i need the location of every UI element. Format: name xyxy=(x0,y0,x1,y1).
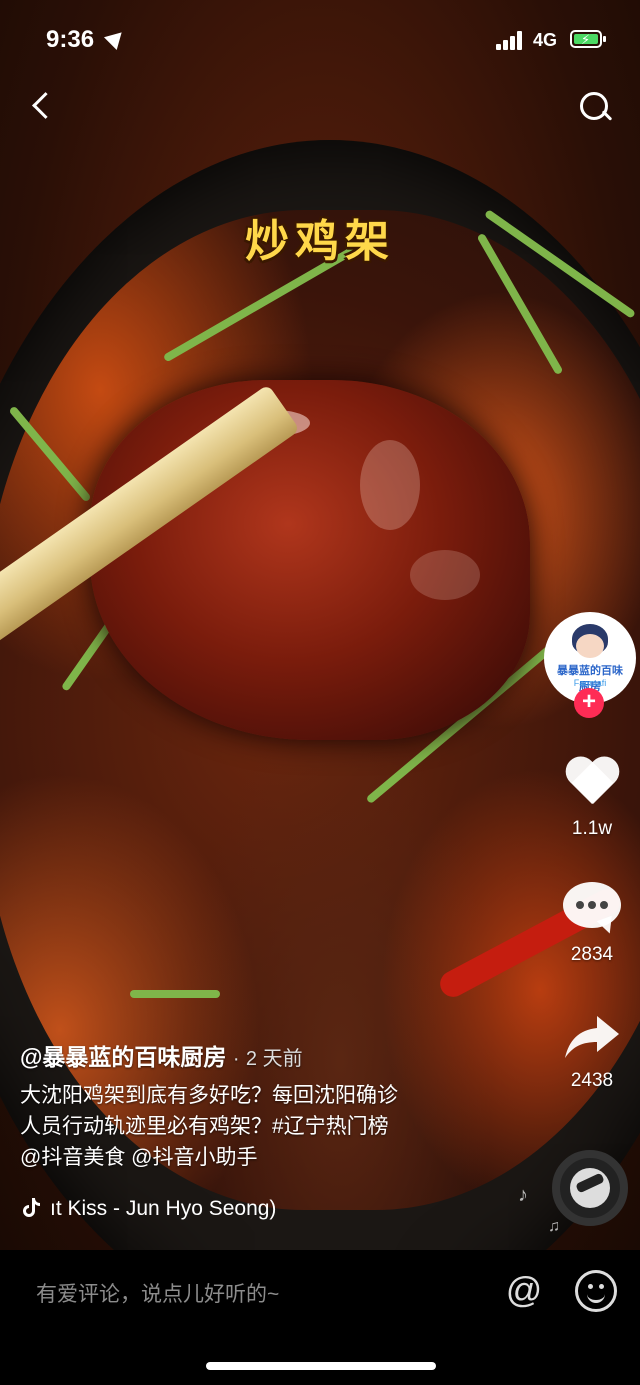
mention-icon[interactable]: @ xyxy=(504,1270,544,1310)
status-time: 9:36 xyxy=(46,26,95,53)
sauce-shine xyxy=(410,550,480,600)
music-track: ıt Kiss - Jun Hyo Seong) xyxy=(50,1197,277,1220)
comment-input[interactable]: 有爱评论，说点儿好听的~ xyxy=(36,1278,279,1308)
share-count: 2438 xyxy=(570,1070,614,1091)
avatar-sublabel: Fanmafi xyxy=(573,678,607,688)
caption-author-row: @暴暴蓝的百味厨房 · 2 天前 xyxy=(20,1038,530,1072)
share-button[interactable]: 2438 xyxy=(544,1012,640,1092)
avatar-face xyxy=(576,634,604,658)
home-indicator xyxy=(206,1362,436,1370)
like-count: 1.1w xyxy=(571,818,613,839)
battery-icon: ⚡ xyxy=(570,30,602,48)
caption-text: 大沈阳鸡架到底有多好吃？每回沈阳确诊 人员行动轨迹里必有鸡架？#辽宁热门榜 @抖… xyxy=(20,1080,530,1173)
tiktok-note-icon xyxy=(20,1196,42,1218)
chicken-piece xyxy=(90,380,530,740)
comment-button[interactable]: 2834 xyxy=(544,882,640,966)
heart-icon xyxy=(563,758,621,810)
status-bar: 9:36 4G ⚡ xyxy=(0,0,640,80)
music-ticker[interactable]: ıt Kiss - Jun Hyo Seong) xyxy=(20,1196,276,1221)
back-button[interactable] xyxy=(24,88,64,128)
music-note-icon: ♫ xyxy=(548,1218,560,1235)
network-type: 4G xyxy=(533,30,558,50)
share-arrow-icon xyxy=(563,1012,621,1062)
location-arrow-icon xyxy=(103,25,129,51)
author-name[interactable]: @暴暴蓝的百味厨房 xyxy=(20,1044,226,1070)
music-note-icon: ♪ xyxy=(518,1184,528,1206)
battery-tip xyxy=(603,36,606,42)
caption-line: 大沈阳鸡架到底有多好吃？每回沈阳确诊 xyxy=(20,1084,398,1107)
follow-button[interactable]: + xyxy=(574,688,604,718)
caption-line[interactable]: @抖音美食 @抖音小助手 xyxy=(20,1142,530,1173)
video-title-overlay: 炒鸡架 xyxy=(245,217,395,266)
sauce-shine xyxy=(360,440,420,530)
avatar-label: 暴暴蓝的百味厨房 xyxy=(557,665,623,693)
post-time: 2 天前 xyxy=(245,1048,303,1070)
scallion xyxy=(130,990,220,998)
video-caption: @暴暴蓝的百味厨房 · 2 天前 大沈阳鸡架到底有多好吃？每回沈阳确诊 人员行动… xyxy=(20,1038,530,1173)
signal-icon xyxy=(496,30,526,50)
separator: · xyxy=(232,1048,240,1070)
search-icon xyxy=(580,92,608,120)
caption-line[interactable]: 人员行动轨迹里必有鸡架？#辽宁热门榜 xyxy=(20,1111,530,1142)
comment-count: 2834 xyxy=(570,944,614,965)
like-button[interactable]: 1.1w xyxy=(544,758,640,840)
video-screen: 炒鸡架 9:36 4G ⚡ 暴暴蓝的百味厨房 Fanmafi + 1.1w 28… xyxy=(0,0,640,1385)
emoji-icon[interactable] xyxy=(575,1270,617,1312)
search-button[interactable] xyxy=(576,88,616,128)
music-disc[interactable] xyxy=(552,1150,628,1226)
comment-bubble-icon xyxy=(563,882,621,937)
